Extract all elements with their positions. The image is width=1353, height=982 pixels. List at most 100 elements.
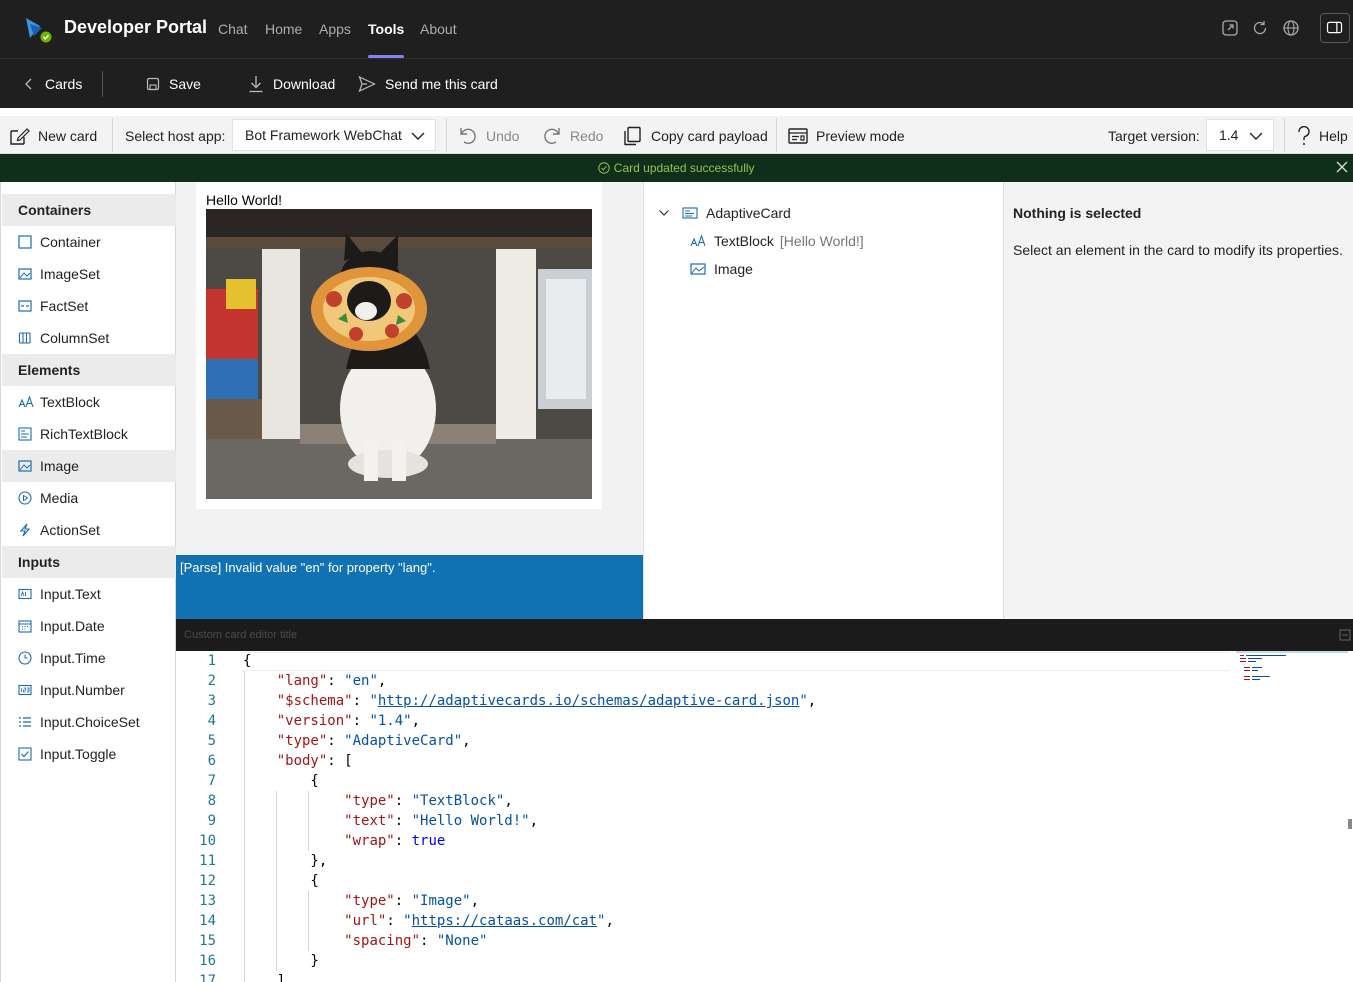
palette-item-textblock[interactable]: TextBlock bbox=[2, 386, 176, 418]
palette-item-input-choiceset[interactable]: Input.ChoiceSet bbox=[2, 706, 176, 738]
palette-item-columnset[interactable]: ColumnSet bbox=[2, 322, 176, 354]
redo-button[interactable]: Redo bbox=[542, 125, 603, 147]
palette-item-label: ImageSet bbox=[40, 266, 100, 282]
palette-item-label: Input.Text bbox=[40, 586, 101, 602]
palette-item-input-time[interactable]: Input.Time bbox=[2, 642, 176, 674]
checkbox-icon bbox=[18, 747, 32, 761]
palette-item-label: ActionSet bbox=[40, 522, 100, 538]
back-label: Cards bbox=[45, 76, 83, 92]
code-line: "type": "TextBlock", bbox=[344, 793, 513, 809]
properties-pane: Nothing is selected Select an element in… bbox=[1003, 182, 1353, 619]
code-line: "lang": "en", bbox=[276, 673, 387, 689]
palette-item-label: Input.Date bbox=[40, 618, 105, 634]
palette-item-input-number[interactable]: Input.Number bbox=[2, 674, 176, 706]
palette-item-label: Media bbox=[40, 490, 79, 506]
pop-out-icon[interactable] bbox=[1221, 19, 1239, 37]
download-icon bbox=[249, 76, 263, 93]
code-line: "url": "https://cataas.com/cat", bbox=[344, 913, 614, 929]
help-button[interactable]: Help bbox=[1297, 125, 1348, 147]
palette-item-factset[interactable]: FactSet bbox=[2, 290, 176, 322]
copy-card-payload-button[interactable]: Copy card payload bbox=[623, 125, 768, 147]
palette-item-media[interactable]: Media bbox=[2, 482, 176, 514]
success-toast: Card updated successfully bbox=[0, 154, 1353, 182]
palette-item-input-text[interactable]: Input.Text bbox=[2, 578, 176, 610]
json-code-editor[interactable]: 1 2 3 4 5 6 7 8 9 10 11 12 13 14 15 16 1… bbox=[176, 651, 1353, 982]
tab-apps[interactable]: Apps bbox=[319, 21, 351, 37]
palette-item-label: FactSet bbox=[40, 298, 89, 314]
tree-node-image[interactable]: Image bbox=[690, 258, 753, 280]
palette-item-label: RichTextBlock bbox=[40, 426, 128, 442]
tree-node-adaptivecard[interactable]: AdaptiveCard bbox=[658, 202, 791, 224]
copy-icon bbox=[624, 126, 641, 146]
toast-message: Card updated successfully bbox=[613, 161, 755, 175]
new-card-label: New card bbox=[38, 128, 98, 144]
code-line: ] bbox=[243, 973, 286, 982]
undo-icon bbox=[460, 128, 476, 145]
target-version-value: 1.4 bbox=[1219, 127, 1239, 143]
help-label: Help bbox=[1319, 128, 1348, 144]
copy-payload-label: Copy card payload bbox=[651, 128, 768, 144]
preview-mode-button[interactable]: Preview mode bbox=[788, 125, 905, 147]
toolbar-separator bbox=[446, 118, 447, 152]
palette-item-container[interactable]: Container bbox=[2, 226, 176, 258]
line-number: 8 bbox=[207, 793, 216, 809]
adaptive-card-icon bbox=[682, 207, 698, 219]
undo-button[interactable]: Undo bbox=[458, 125, 519, 147]
palette-item-input-toggle[interactable]: Input.Toggle bbox=[2, 738, 176, 770]
line-number: 12 bbox=[199, 873, 216, 889]
back-to-cards-button[interactable]: Cards bbox=[22, 74, 82, 94]
collapse-icon[interactable] bbox=[1339, 629, 1351, 641]
line-number: 10 bbox=[199, 833, 216, 849]
code-line: "spacing": "None" bbox=[344, 933, 488, 949]
tab-chat[interactable]: Chat bbox=[218, 21, 248, 37]
text-input-icon bbox=[18, 588, 32, 600]
line-number: 16 bbox=[199, 953, 216, 969]
palette-item-input-date[interactable]: Input.Date bbox=[2, 610, 176, 642]
card-preview-pane: Hello World! bbox=[176, 182, 643, 555]
image-icon bbox=[18, 460, 32, 472]
richtextblock-icon bbox=[18, 427, 32, 441]
palette-header-containers: Containers bbox=[2, 194, 176, 226]
code-line: { bbox=[243, 773, 319, 789]
send-icon bbox=[358, 75, 376, 93]
palette-item-richtextblock[interactable]: RichTextBlock bbox=[2, 418, 176, 450]
send-me-card-button[interactable]: Send me this card bbox=[358, 74, 498, 94]
close-icon[interactable] bbox=[1335, 160, 1349, 174]
save-button[interactable]: Save bbox=[146, 74, 201, 94]
tab-home[interactable]: Home bbox=[265, 21, 302, 37]
target-version-select[interactable]: 1.4 bbox=[1206, 119, 1274, 151]
palette-header-inputs: Inputs bbox=[2, 546, 176, 578]
palette-item-label: Input.Number bbox=[40, 682, 125, 698]
palette-item-image[interactable]: Image bbox=[2, 450, 176, 482]
download-button[interactable]: Download bbox=[248, 74, 335, 94]
app-title: Developer Portal bbox=[64, 17, 208, 37]
code-line: } bbox=[243, 953, 319, 969]
editor-minimap[interactable] bbox=[1236, 651, 1348, 691]
properties-hint: Select an element in the card to modify … bbox=[1013, 242, 1343, 258]
globe-icon[interactable] bbox=[1282, 19, 1300, 37]
card-image-cat-photo[interactable] bbox=[206, 209, 592, 499]
new-card-button[interactable]: New card bbox=[10, 125, 97, 147]
container-icon bbox=[18, 235, 32, 249]
code-line: "body": [ bbox=[276, 753, 353, 769]
chevron-left-icon bbox=[25, 78, 32, 90]
tab-about[interactable]: About bbox=[420, 21, 457, 37]
refresh-icon[interactable] bbox=[1251, 19, 1269, 37]
line-number: 17 bbox=[199, 973, 216, 982]
code-line: "text": "Hello World!", bbox=[344, 813, 539, 829]
code-line: "type": "Image", bbox=[344, 893, 480, 909]
palette-item-actionset[interactable]: ActionSet bbox=[2, 514, 176, 546]
card-structure-tree: AdaptiveCard TextBlock [Hello World!] Im… bbox=[643, 182, 1003, 619]
host-app-select[interactable]: Bot Framework WebChat bbox=[232, 119, 436, 151]
help-icon bbox=[1298, 126, 1310, 145]
scrollbar-thumb[interactable] bbox=[1348, 819, 1352, 829]
palette-item-imageset[interactable]: ImageSet bbox=[2, 258, 176, 290]
toolbar-separator bbox=[1284, 118, 1285, 152]
tree-node-label: AdaptiveCard bbox=[706, 205, 791, 221]
side-panel-toggle-button[interactable] bbox=[1320, 13, 1350, 43]
tab-tools[interactable]: Tools bbox=[368, 21, 404, 37]
card-textblock[interactable]: Hello World! bbox=[206, 192, 282, 208]
tree-node-textblock[interactable]: TextBlock [Hello World!] bbox=[690, 230, 864, 252]
number-input-icon bbox=[18, 684, 32, 696]
adaptive-card[interactable]: Hello World! bbox=[196, 182, 602, 509]
